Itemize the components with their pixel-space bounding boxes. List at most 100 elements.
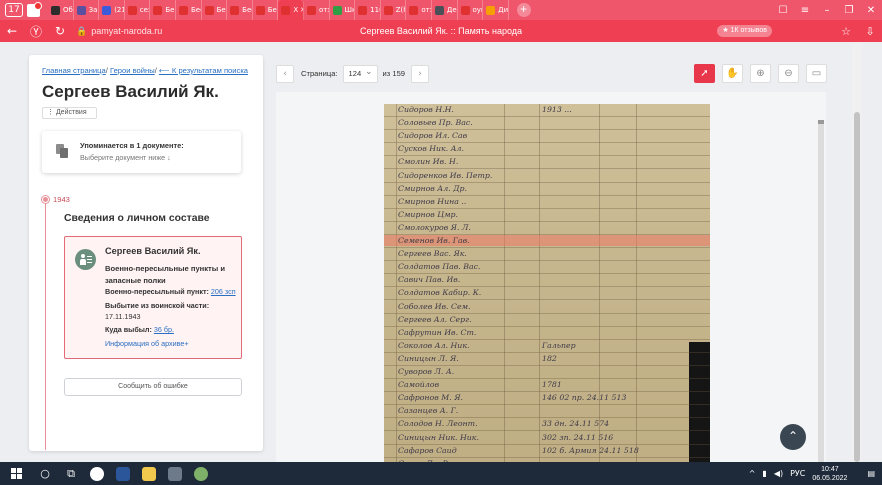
keyboard-language[interactable]: РУС <box>790 469 805 478</box>
handwritten-name: Сидоренков Ив. Петр. <box>398 170 493 180</box>
tab-label: Ди <box>498 6 509 14</box>
back-icon[interactable]: ← <box>0 24 24 38</box>
document-row: Сидоренков Ив. Петр. <box>384 170 710 183</box>
mention-box[interactable]: Упоминается в 1 документе: Выберите доку… <box>42 131 241 173</box>
record-unit: Военно-пересыльные пункты и запасные пол… <box>105 264 226 285</box>
new-tab-button[interactable]: + <box>516 3 531 17</box>
handwritten-extra: 302 зп. 24.11 516 <box>542 432 614 442</box>
document-row: Синицын Ник. Ник. 302 зп. 24.11 516 <box>384 432 710 445</box>
destination-link[interactable]: 36 бр. <box>154 325 174 334</box>
pointer-tool-icon[interactable]: ➚ <box>694 64 715 83</box>
browser-tab[interactable]: Бес <box>202 0 228 20</box>
browser-tab[interactable]: сез <box>125 0 151 20</box>
browser-tab[interactable]: Бес <box>227 0 253 20</box>
browser-tab[interactable]: Х✕ <box>278 0 304 20</box>
browser-tab[interactable]: отз <box>406 0 432 20</box>
scroll-to-top-button[interactable]: ⌃ <box>780 424 806 450</box>
personnel-record[interactable]: Сергеев Василий Як. Военно-пересыльные п… <box>64 236 242 359</box>
bookmarks-icon[interactable]: ☐ <box>772 5 794 16</box>
maximize-icon[interactable]: ❐ <box>838 5 860 16</box>
page-scrollbar[interactable] <box>852 42 862 462</box>
browser-tab[interactable]: Бес <box>176 0 202 20</box>
timeline-line <box>45 200 47 450</box>
actions-button[interactable]: ⋮ Действия <box>42 107 97 119</box>
browser-tab[interactable]: Об <box>48 0 74 20</box>
handwritten-name: Сафронов М. Я. <box>398 393 463 403</box>
zoom-out-icon[interactable]: ⊖ <box>778 64 799 83</box>
browser-tab[interactable]: Ди <box>483 0 509 20</box>
browser-tab[interactable]: Де <box>432 0 458 20</box>
handwritten-name: Солдатов Кабир. К. <box>398 288 482 298</box>
next-page-button[interactable]: › <box>411 64 430 83</box>
app-icon[interactable] <box>188 462 214 485</box>
word-icon[interactable] <box>110 462 136 485</box>
prev-page-button[interactable]: ‹ <box>276 64 294 83</box>
clock[interactable]: 10:47 06.05.2022 <box>812 465 847 483</box>
handwritten-name: Солодов Н. Леонт. <box>398 419 478 429</box>
report-error-button[interactable]: Сообщить об ошибке <box>64 378 242 396</box>
download-icon[interactable]: ⇩ <box>858 25 882 38</box>
url-field[interactable]: 🔒 pamyat-naroda.ru <box>76 26 162 37</box>
document-row: Сазанцев А. Г. <box>384 405 710 419</box>
address-bar-actions: ☆ ⇩ <box>834 20 882 42</box>
volume-icon[interactable]: ◀) <box>774 469 783 478</box>
file-explorer-icon[interactable] <box>136 462 162 485</box>
minimize-icon[interactable]: – <box>816 5 838 16</box>
reload-icon[interactable]: ↻ <box>48 24 72 38</box>
browser-tab[interactable]: Z(h <box>381 0 407 20</box>
tab-counter[interactable]: 17 <box>5 3 23 17</box>
breadcrumb-home[interactable]: Главная страница <box>42 66 106 75</box>
fullscreen-icon[interactable]: ▭ <box>806 64 827 83</box>
browser-tab[interactable]: Бес <box>253 0 279 20</box>
close-icon[interactable]: ✕ <box>860 5 882 16</box>
handwritten-extra: 1913 ... <box>542 105 572 114</box>
tray-arrow-icon[interactable]: ^ <box>749 469 756 478</box>
tab-favicon-icon <box>153 5 163 15</box>
browser-tab[interactable]: Шк <box>330 0 356 20</box>
hand-tool-icon[interactable]: ✋ <box>722 64 743 83</box>
yandex-browser-icon[interactable] <box>84 462 110 485</box>
browser-tab[interactable]: Бес <box>150 0 176 20</box>
start-icon[interactable] <box>11 468 22 479</box>
network-icon[interactable]: ▮ <box>762 469 766 478</box>
tabs-overview-icon[interactable] <box>27 1 42 17</box>
person-name: Сергеев Василий Як. <box>42 82 219 101</box>
browser-tab[interactable]: (21 <box>99 0 125 20</box>
record-departure-label: Выбытие из воинской части: <box>105 301 210 310</box>
tab-favicon-icon <box>383 5 393 15</box>
photos-icon[interactable] <box>162 462 188 485</box>
transit-link[interactable]: 206 зсп <box>211 287 236 296</box>
documents-icon <box>56 144 68 158</box>
document-row: Солдатов Пав. Вас. <box>384 261 710 275</box>
breadcrumb-heroes[interactable]: Герои войны <box>110 66 155 75</box>
notification-icon[interactable]: ▤ <box>867 469 875 478</box>
tab-label: Бес <box>267 6 278 14</box>
section-title: Сведения о личном составе <box>64 213 210 224</box>
archive-info-link[interactable]: Информация об архиве+ <box>105 339 189 348</box>
tab-favicon-icon <box>486 5 496 15</box>
viewer-tools: ➚ ✋ ⊕ ⊖ ▭ <box>694 64 834 83</box>
browser-tab[interactable]: оуп <box>458 0 484 20</box>
document-row: Солодов Н. Леонт. 33 дн. 24.11 574 <box>384 418 710 432</box>
handwritten-name: Синицын Ник. Ник. <box>398 432 479 442</box>
viewer-scrollbar[interactable] <box>818 120 824 462</box>
tab-label: Бес <box>190 6 201 14</box>
reviews-badge[interactable]: ★ 1К отзывов <box>717 25 772 37</box>
search-icon[interactable]: ○ <box>32 462 58 485</box>
zoom-in-icon[interactable]: ⊕ <box>750 64 771 83</box>
document-row: Смирнов Ал. Др. <box>384 183 710 196</box>
document-row: Сергеев Вас. Як. <box>384 248 710 262</box>
browser-tab[interactable]: отз <box>304 0 330 20</box>
task-view-icon[interactable]: ⧉ <box>58 462 84 485</box>
menu-icon[interactable]: ≡ <box>794 5 816 16</box>
yandex-icon[interactable]: Ⓨ <box>24 23 48 40</box>
person-card: Главная страница/ Герои войны/ ⟵ К резул… <box>29 55 263 451</box>
page-select[interactable]: 124 <box>342 64 378 83</box>
document-viewer[interactable]: Сидоров Н.Н. 1913 ... Соловьев Пр. Вас. Сид… <box>276 92 826 462</box>
handwritten-name: Суворов Л. А. <box>398 367 455 376</box>
handwritten-name: Соколов Ал. Ник. <box>398 340 470 350</box>
back-to-results-link[interactable]: ⟵ К результатам поиска <box>159 66 248 75</box>
bookmark-icon[interactable]: ☆ <box>834 25 858 38</box>
browser-tab[interactable]: 11( <box>355 0 381 20</box>
browser-tab[interactable]: Зап <box>74 0 100 20</box>
